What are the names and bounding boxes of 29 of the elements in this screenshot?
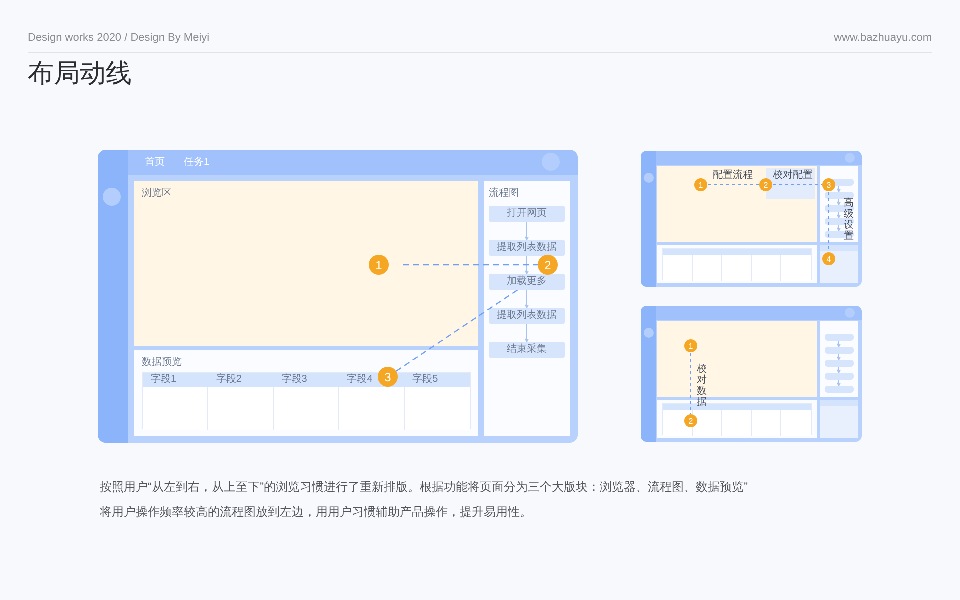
panel-label: 流程图 — [489, 187, 520, 201]
step-marker: 3 — [378, 367, 398, 387]
flow-step: 提取列表数据 — [489, 240, 565, 256]
step-marker: 2 — [684, 414, 698, 428]
flow-step: 加载更多 — [489, 274, 565, 290]
column-header: 字段3 — [274, 373, 340, 387]
website-url: www.bazhuayu.com — [834, 31, 932, 45]
step-marker: 2 — [760, 178, 772, 192]
area-label: 浏览区 — [142, 187, 173, 201]
step-marker: 3 — [822, 178, 836, 192]
step-marker: 1 — [694, 178, 708, 192]
flow-step: 提取列表数据 — [489, 308, 565, 324]
column-header: 字段5 — [404, 373, 470, 387]
header-subtitle: Design works 2020 / Design By Meiyi — [28, 31, 210, 45]
panel-label: 数据预览 — [142, 356, 183, 370]
flow-label: 高级设置 — [844, 198, 854, 242]
step-marker: 1 — [369, 255, 389, 275]
column-header: 字段1 — [143, 373, 208, 387]
flow-step: 结束采集 — [489, 342, 565, 358]
step-marker: 4 — [822, 252, 836, 266]
column-header: 字段2 — [208, 373, 274, 387]
description-text: 将用户操作频率较高的流程图放到左边，用用户习惯辅助产品操作，提升易用性。 — [100, 504, 533, 521]
page-title: 布局动线 — [28, 57, 133, 90]
flow-label: 校对数据 — [697, 364, 707, 408]
flow-step: 打开网页 — [489, 206, 565, 222]
flow-label: 配置流程 — [713, 170, 753, 182]
step-marker: 1 — [684, 340, 698, 352]
description-text: 按照用户“从左到右，从上至下”的浏览习惯进行了重新排版。根据功能将页面分为三个大版块：浏览器、流程图、数据预览” — [100, 479, 749, 496]
step-marker: 2 — [538, 255, 558, 275]
